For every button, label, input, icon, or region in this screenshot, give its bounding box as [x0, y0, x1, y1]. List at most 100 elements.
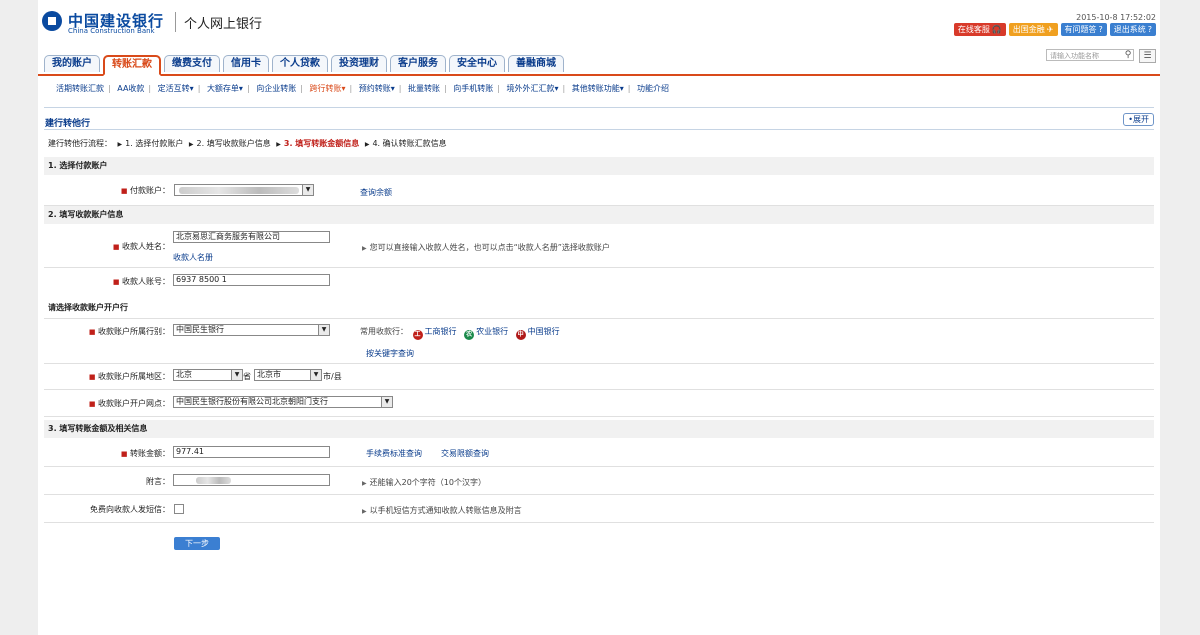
subnav-item[interactable]: 定活互转▾: [158, 84, 194, 93]
payee-name-label: ■ 收款人姓名：: [112, 242, 170, 251]
function-search-input[interactable]: 请输入功能名称: [1046, 49, 1134, 61]
help-icon: ?: [1098, 25, 1103, 34]
top-buttons: 在线客服 🎧 出国金融 ✈ 有问题答 ? 退出系统 ?: [953, 23, 1156, 36]
payer-row: ■ 付款账户： ▼ 查询余额: [44, 175, 1154, 206]
payee-name-row: ■ 收款人姓名： 北京易思汇商务服务有限公司 收款人名册 ▶ 您可以直接输入收款人…: [44, 224, 1154, 268]
payee-account-input[interactable]: 6937 8500 1: [173, 274, 330, 286]
branch-row: ■ 收款账户开户网点： 中国民生银行股份有限公司北京朝阳门支行 ▼: [44, 389, 1154, 417]
help-button[interactable]: 有问题答 ?: [1060, 23, 1107, 36]
subnav-item[interactable]: 批量转账: [408, 84, 440, 93]
payee-name-hint: ▶ 您可以直接输入收款人姓名，也可以点击“收款人名册”选择收款账户: [362, 243, 610, 252]
subnav-item[interactable]: 大额存单▾: [207, 84, 243, 93]
keyword-search-link[interactable]: 按关键字查询: [366, 348, 414, 359]
tab-security[interactable]: 安全中心: [449, 55, 505, 72]
subnav-item[interactable]: 活期转账汇款: [56, 84, 104, 93]
tab-my-account[interactable]: 我的账户: [44, 55, 100, 72]
subnav-item[interactable]: AA收款: [117, 84, 144, 93]
tab-loan[interactable]: 个人贷款: [272, 55, 328, 72]
section-header-payee: 2. 填写收款账户信息: [44, 206, 1154, 224]
city-select[interactable]: 北京市 ▼: [254, 369, 322, 381]
bank-label: ■ 收款账户所属行别：: [88, 327, 170, 336]
subnav-item[interactable]: 功能介绍: [637, 84, 669, 93]
tab-customer-service[interactable]: 客户服务: [390, 55, 446, 72]
branch-label: ■ 收款账户开户网点：: [88, 399, 170, 408]
step-2: 2. 填写收款账户信息: [196, 139, 271, 148]
subnav-item-interbank[interactable]: 跨行转账▾: [309, 84, 345, 93]
online-service-button[interactable]: 在线客服 🎧: [953, 23, 1006, 36]
payer-account-select[interactable]: ▼: [174, 184, 314, 196]
common-banks: 常用收款行： 工工商银行 农农业银行 中中国银行: [360, 327, 560, 340]
amount-input[interactable]: 977.41: [173, 446, 330, 458]
tab-transfer[interactable]: 转账汇款: [103, 55, 161, 76]
bank-select[interactable]: 中国民生银行 ▼: [173, 324, 330, 336]
amount-row: ■ 转账金额： 977.41 手续费标准查询 交易限额查询: [44, 438, 1154, 467]
logo-english: China Construction Bank: [68, 27, 155, 35]
tab-mall[interactable]: 善融商城: [508, 55, 564, 72]
payee-name-input[interactable]: 北京易思汇商务服务有限公司: [173, 231, 330, 243]
region-label: ■ 收款账户所属地区：: [88, 372, 170, 381]
divider: [44, 129, 1154, 130]
check-balance-link[interactable]: 查询余额: [360, 187, 392, 198]
limit-query-link[interactable]: 交易限额查询: [441, 448, 489, 459]
site-subtitle: 个人网上银行: [184, 17, 263, 32]
menu-icon[interactable]: ☰: [1139, 49, 1156, 63]
search-icon[interactable]: ⚲: [1122, 49, 1134, 61]
city-suffix: 市/县: [323, 372, 342, 381]
bank-section-title: 请选择收款账户开户行: [48, 303, 128, 312]
boc-icon: 中: [515, 330, 526, 340]
step-4: 4. 确认转账汇款信息: [372, 139, 447, 148]
subnav-item[interactable]: 预约转账▾: [359, 84, 395, 93]
common-bank-icbc[interactable]: 工工商银行: [412, 327, 457, 340]
sms-checkbox[interactable]: [174, 504, 184, 514]
next-step-button[interactable]: 下一步: [174, 537, 220, 550]
header: 中国建设银行 China Construction Bank 个人网上银行 20…: [38, 0, 1160, 44]
tab-payment[interactable]: 缴费支付: [164, 55, 220, 72]
step-3-current: 3. 填写转账金额信息: [283, 139, 360, 148]
subnav-item[interactable]: 向企业转账: [256, 84, 296, 93]
overseas-finance-button[interactable]: 出国金融 ✈: [1008, 23, 1058, 36]
tab-bar: 我的账户 转账汇款 缴费支付 信用卡 个人贷款 投资理财 客户服务 安全中心 善…: [44, 55, 564, 76]
note-row: 附言： ▶ 还能输入20个字符（10个汉字）: [44, 466, 1154, 495]
payee-book-link[interactable]: 收款人名册: [173, 252, 213, 263]
sms-label: 免费向收款人发短信：: [90, 505, 170, 514]
step-breadcrumb: 建行转他行流程： ▶ 1. 选择付款账户 ▶ 2. 填写收款账户信息 ▶ 3. 填写转…: [48, 139, 447, 148]
expand-button[interactable]: •展开: [1123, 113, 1154, 126]
tab-investment[interactable]: 投资理财: [331, 55, 387, 72]
arrow-right-icon: ▶: [117, 141, 123, 148]
chevron-down-icon: ▼: [381, 397, 392, 407]
sub-nav: 活期转账汇款 | AA收款 | 定活互转▾ | 大额存单▾ | 向企业转账 | 跨行转账▾…: [56, 84, 670, 93]
note-hint: ▶ 还能输入20个字符（10个汉字）: [362, 478, 486, 487]
page-container: 中国建设银行 China Construction Bank 个人网上银行 20…: [38, 0, 1160, 635]
subnav-item[interactable]: 境外外汇汇款▾: [506, 84, 558, 93]
subnav-item[interactable]: 向手机转账: [453, 84, 493, 93]
logout-button[interactable]: 退出系统 ?: [1109, 23, 1156, 36]
arrow-right-icon: ▶: [188, 141, 194, 148]
province-select[interactable]: 北京 ▼: [173, 369, 243, 381]
branch-select[interactable]: 中国民生银行股份有限公司北京朝阳门支行 ▼: [173, 396, 393, 408]
masked-note: [196, 477, 231, 484]
plane-icon: ✈: [1046, 25, 1054, 34]
common-bank-boc[interactable]: 中中国银行: [515, 327, 560, 340]
abc-icon: 农: [464, 330, 475, 340]
sms-hint: ▶ 以手机短信方式通知收款人转账信息及附言: [362, 506, 522, 515]
step-1: 1. 选择付款账户: [125, 139, 184, 148]
main-nav: 我的账户 转账汇款 缴费支付 信用卡 个人贷款 投资理财 客户服务 安全中心 善…: [38, 44, 1160, 76]
chevron-down-icon: ▼: [302, 185, 313, 195]
province-suffix: 省: [243, 372, 251, 381]
section-header-payer: 1. 选择付款账户: [44, 157, 1154, 175]
chevron-down-icon: ▼: [310, 370, 321, 380]
common-bank-abc[interactable]: 农农业银行: [464, 327, 508, 340]
payer-label: ■ 付款账户：: [120, 186, 170, 195]
icbc-icon: 工: [412, 330, 423, 340]
region-row: ■ 收款账户所属地区： 北京 ▼ 省 北京市 ▼ 市/县: [44, 363, 1154, 390]
payee-account-row: ■ 收款人账号： 6937 8500 1: [44, 267, 1154, 296]
subnav-item[interactable]: 其他转账功能▾: [572, 84, 624, 93]
divider: [44, 107, 1154, 108]
ccb-logo-icon: [42, 11, 62, 31]
arrow-right-icon: ▶: [276, 141, 281, 148]
tab-credit-card[interactable]: 信用卡: [223, 55, 269, 72]
fee-query-link[interactable]: 手续费标准查询: [366, 448, 422, 459]
sms-row: 免费向收款人发短信： ▶ 以手机短信方式通知收款人转账信息及附言: [44, 494, 1154, 523]
headset-icon: 🎧: [991, 25, 1002, 34]
note-input[interactable]: [173, 474, 330, 486]
